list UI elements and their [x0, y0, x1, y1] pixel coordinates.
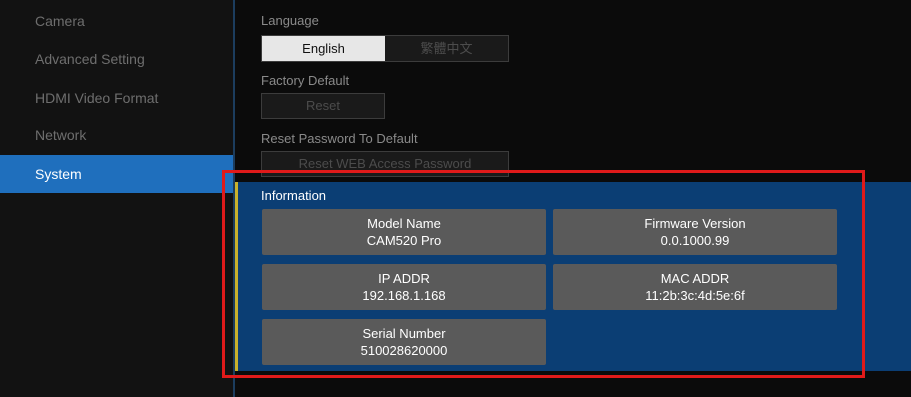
info-label: IP ADDR	[378, 271, 430, 286]
factory-default-label: Factory Default	[261, 73, 350, 88]
reset-web-password-button[interactable]: Reset WEB Access Password	[261, 151, 509, 177]
info-label: Firmware Version	[644, 216, 746, 231]
info-card-model-name: Model Name CAM520 Pro	[262, 209, 546, 255]
information-accent-bar	[235, 182, 238, 371]
info-label: Model Name	[367, 216, 441, 231]
language-option-traditional-chinese[interactable]: 繁體中文	[385, 36, 508, 61]
language-toggle: English 繁體中文	[261, 35, 509, 62]
reset-button[interactable]: Reset	[261, 93, 385, 119]
info-value: 192.168.1.168	[362, 288, 446, 303]
sidebar-item-network[interactable]: Network	[0, 116, 233, 154]
sidebar: Camera Advanced Setting HDMI Video Forma…	[0, 0, 233, 397]
sidebar-item-hdmi-video-format[interactable]: HDMI Video Format	[0, 79, 233, 117]
sidebar-item-camera[interactable]: Camera	[0, 2, 233, 40]
language-label: Language	[261, 13, 319, 28]
information-title: Information	[261, 188, 327, 203]
info-card-serial-number: Serial Number 510028620000	[262, 319, 546, 365]
info-value: 11:2b:3c:4d:5e:6f	[645, 288, 745, 303]
info-value: CAM520 Pro	[366, 233, 442, 248]
info-value: 0.0.1000.99	[660, 233, 730, 248]
info-card-firmware-version: Firmware Version 0.0.1000.99	[553, 209, 837, 255]
info-label: Serial Number	[362, 326, 446, 341]
reset-password-label: Reset Password To Default	[261, 131, 418, 146]
sidebar-item-system[interactable]: System	[0, 155, 233, 193]
sidebar-item-advanced-setting[interactable]: Advanced Setting	[0, 40, 233, 78]
language-option-english[interactable]: English	[262, 36, 385, 61]
info-value: 510028620000	[360, 343, 448, 358]
info-card-mac-addr: MAC ADDR 11:2b:3c:4d:5e:6f	[553, 264, 837, 310]
info-card-ip-addr: IP ADDR 192.168.1.168	[262, 264, 546, 310]
info-label: MAC ADDR	[660, 271, 730, 286]
